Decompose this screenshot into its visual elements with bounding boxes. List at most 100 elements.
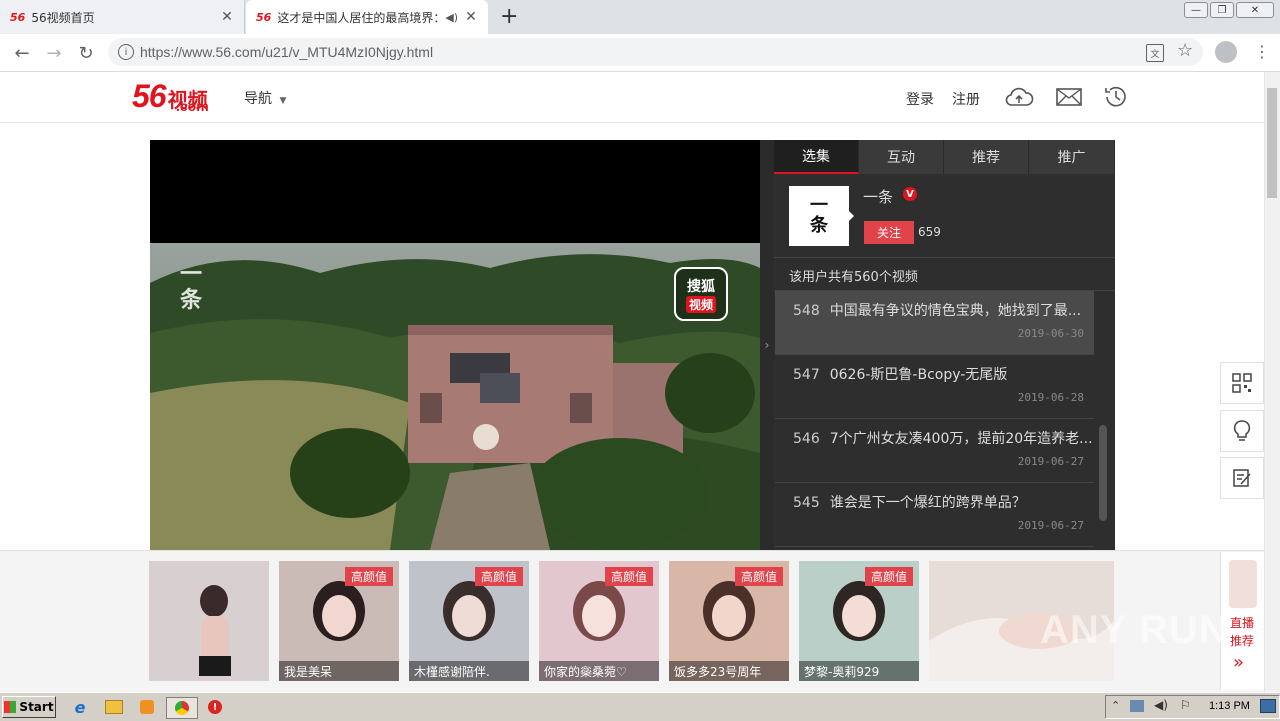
card-thumbnail: [149, 561, 269, 681]
more-arrow-icon[interactable]: »: [1233, 652, 1244, 673]
volume-icon[interactable]: ◀): [1154, 698, 1168, 712]
edit-icon[interactable]: [1220, 457, 1264, 499]
forward-arrow-icon[interactable]: →: [44, 43, 64, 64]
show-desktop-icon[interactable]: [1260, 699, 1276, 713]
ie-icon[interactable]: e: [70, 697, 90, 717]
windows-logo-icon: [4, 701, 17, 713]
nav-dropdown[interactable]: 导航 ▼: [244, 88, 286, 108]
close-tab-icon[interactable]: ✕: [464, 9, 478, 25]
promo-card[interactable]: 高颜值 我是美呆: [279, 561, 399, 681]
back-arrow-icon[interactable]: ←: [12, 43, 32, 64]
video-date: 2019-06-27: [1017, 519, 1084, 532]
sohu-subtext: 视频: [685, 295, 716, 313]
taskbar-clock[interactable]: 1:13 PM: [1209, 700, 1250, 712]
mail-icon[interactable]: [1054, 83, 1084, 111]
flag-icon[interactable]: ⚐: [1180, 698, 1191, 712]
register-link[interactable]: 注册: [952, 89, 980, 109]
follower-count: 659: [918, 225, 941, 239]
card-badge: 高颜值: [604, 567, 653, 586]
streamer-name: 梦黎-奥莉929: [799, 661, 919, 681]
live-label: 直播: [1230, 616, 1255, 630]
follow-button[interactable]: 关注: [864, 221, 914, 244]
maximize-icon[interactable]: ❐: [1210, 2, 1234, 18]
logo-com: .com: [176, 98, 209, 114]
stop-icon[interactable]: !: [205, 697, 225, 717]
url-text[interactable]: https://www.56.com/u21/v_MTU4MzI0Njgy.ht…: [140, 44, 433, 60]
video-number: 547: [793, 367, 820, 383]
reload-icon[interactable]: ↻: [76, 43, 96, 64]
video-watermark-yitiao: 一条: [180, 262, 203, 313]
profile-avatar-icon[interactable]: [1215, 41, 1237, 63]
site-logo[interactable]: 56 视频 .com: [132, 78, 209, 114]
media-player-icon[interactable]: [137, 697, 157, 717]
live-avatar: [1229, 560, 1257, 608]
video-date: 2019-06-27: [1017, 455, 1084, 468]
promo-card[interactable]: [149, 561, 269, 681]
video-list-item[interactable]: 548 中国最有争议的情色宝典，她找到了最... 2019-06-30: [775, 291, 1094, 355]
card-badge: 高颜值: [474, 567, 523, 586]
card-badge: 高颜值: [864, 567, 913, 586]
promo-card[interactable]: 高颜值 梦黎-奥莉929: [799, 561, 919, 681]
tab-title: 这才是中国人居住的最高境界：!: [277, 10, 442, 25]
lightbulb-icon[interactable]: [1220, 410, 1264, 452]
history-icon[interactable]: [1101, 83, 1131, 111]
upload-cloud-icon[interactable]: [1004, 83, 1034, 111]
bookmark-star-icon[interactable]: ☆: [1177, 40, 1193, 61]
qr-code-icon[interactable]: [1220, 362, 1264, 404]
video-still-image: [150, 243, 760, 550]
video-frame[interactable]: [150, 243, 760, 550]
tab-promote[interactable]: 推广: [1029, 140, 1115, 174]
sohu-video-badge: 搜狐 视频: [674, 267, 728, 321]
promo-card[interactable]: 高颜值 你家的橤桑菀♡: [539, 561, 659, 681]
start-button[interactable]: Start: [2, 696, 56, 718]
folder-icon[interactable]: [104, 697, 124, 717]
translate-icon[interactable]: 文: [1146, 44, 1164, 62]
logo-56: 56: [132, 78, 167, 114]
video-title: 中国最有争议的情色宝典，她找到了最...: [829, 303, 1082, 319]
tab-56-home[interactable]: 56 56视频首页 ✕: [0, 0, 245, 34]
tab-interact[interactable]: 互动: [859, 140, 944, 174]
promo-card[interactable]: 高颜值 木槿感谢陪伴.: [409, 561, 529, 681]
promo-card[interactable]: 高颜值 饭多多23号周年: [669, 561, 789, 681]
menu-kebab-icon[interactable]: ⋮: [1254, 42, 1270, 61]
video-number: 548: [793, 303, 820, 319]
tab-current-video[interactable]: 56 这才是中国人居住的最高境界：! ◀) ✕: [246, 0, 488, 34]
info-icon[interactable]: i: [118, 44, 134, 60]
speaker-icon[interactable]: ◀): [445, 11, 458, 24]
video-count-text: 该用户共有560个视频: [774, 257, 1115, 291]
nav-label: 导航: [244, 91, 272, 107]
login-link[interactable]: 登录: [906, 89, 934, 109]
minimize-icon[interactable]: —: [1184, 2, 1208, 18]
card-badge: 高颜值: [734, 567, 783, 586]
video-list-item[interactable]: 546 7个广州女友凑400万，提前20年造养老... 2019-06-27: [775, 419, 1094, 483]
card-badge: 高颜值: [344, 567, 393, 586]
video-title: 7个广州女友凑400万，提前20年造养老...: [829, 431, 1093, 447]
network-icon[interactable]: [1130, 700, 1144, 712]
close-tab-icon[interactable]: ✕: [220, 9, 234, 25]
video-title: 谁会是下一个爆红的跨界单品？: [829, 495, 1026, 511]
video-title: 0626-斯巴鲁-Bcopy-无尾版: [829, 367, 1008, 383]
live-label-2: 推荐: [1230, 634, 1255, 648]
video-list-item[interactable]: 547 0626-斯巴鲁-Bcopy-无尾版 2019-06-28: [775, 355, 1094, 419]
start-label: Start: [19, 700, 54, 714]
channel-avatar[interactable]: 一 条: [789, 186, 849, 246]
playlist-scrollbar[interactable]: [1099, 425, 1107, 521]
site-favicon: 56: [10, 10, 26, 24]
page-scrollbar-thumb[interactable]: [1267, 88, 1277, 198]
chrome-icon[interactable]: [166, 697, 198, 719]
video-number: 545: [793, 495, 820, 511]
close-window-icon[interactable]: ✕: [1236, 2, 1274, 18]
sohu-text: 搜狐: [687, 278, 715, 295]
video-list-item[interactable]: 545 谁会是下一个爆红的跨界单品？ 2019-06-27: [775, 483, 1094, 547]
tab-recommend[interactable]: 推荐: [944, 140, 1029, 174]
new-tab-button[interactable]: +: [500, 4, 518, 29]
video-date: 2019-06-28: [1017, 391, 1084, 404]
channel-name[interactable]: 一条: [863, 186, 893, 207]
tray-expand-icon[interactable]: ⌃: [1111, 699, 1120, 712]
caret-down-icon: ▼: [279, 96, 287, 106]
anyrun-watermark: ANY RUN: [1040, 608, 1229, 652]
tab-episodes[interactable]: 选集: [774, 140, 859, 174]
verified-badge-icon: V: [903, 187, 917, 201]
streamer-name: 你家的橤桑菀♡: [539, 661, 659, 681]
collapse-panel-handle[interactable]: ›: [760, 140, 774, 550]
